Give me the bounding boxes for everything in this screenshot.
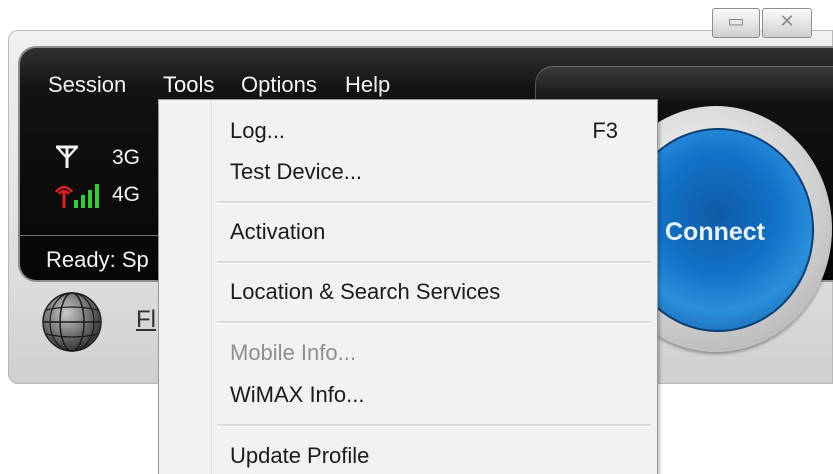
panel-glass-decoration: [535, 66, 833, 101]
menu-separator: [217, 201, 651, 204]
menu-separator: [217, 261, 651, 264]
menu-item-label: Update Profile: [230, 443, 370, 468]
signal-bars-icon: [54, 184, 99, 208]
app-screen: ▭ ✕ Session Tools Options Help 3G 4G Rea…: [0, 0, 833, 474]
menu-session[interactable]: Session: [48, 70, 126, 100]
network-3g-label: 3G: [112, 146, 141, 169]
menu-item-activation[interactable]: Activation: [160, 211, 656, 251]
menu-item-label: Log...: [230, 118, 286, 143]
menu-item-mobile-info: Mobile Info...: [160, 332, 656, 372]
globe-logo-icon: [42, 292, 102, 352]
status-text: Ready: Sp: [46, 247, 149, 272]
close-button[interactable]: ✕: [762, 8, 812, 38]
menu-item-label: Mobile Info...: [230, 340, 356, 365]
menu-item-log[interactable]: Log... F3: [160, 110, 656, 150]
menu-item-label: Test Device...: [230, 159, 363, 184]
menu-item-label: WiMAX Info...: [230, 382, 365, 407]
menu-item-update-profile[interactable]: Update Profile: [160, 435, 656, 474]
menu-item-test-device[interactable]: Test Device...: [160, 151, 656, 191]
menu-help[interactable]: Help: [345, 70, 390, 100]
menu-item-label: Location & Search Services: [230, 279, 501, 304]
antenna-icon: [56, 145, 78, 168]
minimize-button[interactable]: ▭: [712, 8, 760, 38]
menu-item-location-search[interactable]: Location & Search Services: [160, 271, 656, 311]
menu-tools[interactable]: Tools: [163, 70, 214, 100]
menu-item-wimax-info[interactable]: WiMAX Info...: [160, 374, 656, 414]
minimize-icon: ▭: [727, 11, 745, 32]
menu-separator: [217, 424, 651, 427]
network-4g-label: 4G: [112, 183, 141, 206]
menu-separator: [217, 321, 651, 324]
menu-item-shortcut: F3: [592, 118, 618, 143]
close-icon: ✕: [779, 11, 795, 32]
tools-dropdown-menu: Log... F3 Test Device... Activation Loca…: [158, 99, 658, 474]
brand-name: Fl: [136, 306, 156, 333]
menu-item-label: Activation: [230, 219, 326, 244]
menu-options[interactable]: Options: [241, 70, 317, 100]
